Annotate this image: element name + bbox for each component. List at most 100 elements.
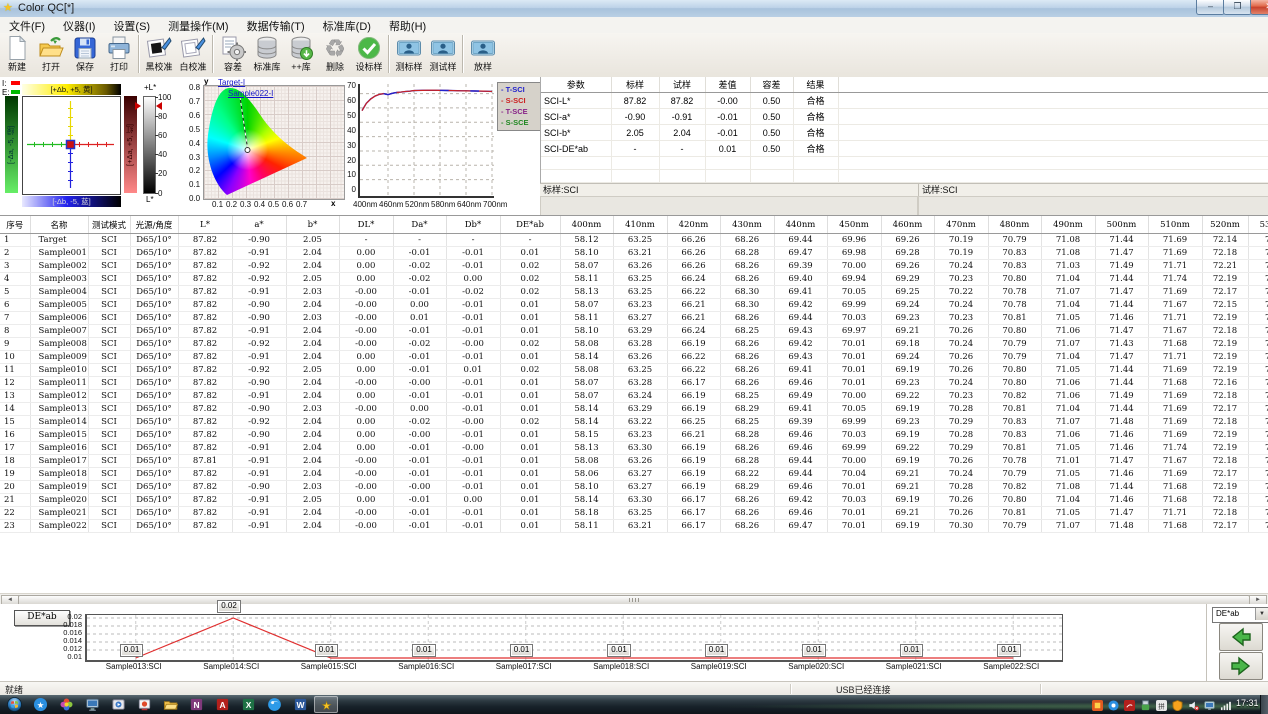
onenote-icon[interactable]: N <box>184 696 208 713</box>
title-bar[interactable]: ★ Color QC[*] – ❐ ✕ <box>0 0 1268 18</box>
table-row[interactable]: 1TargetSCID65/10°87.82-0.902.05----58.12… <box>0 234 1268 247</box>
table-row[interactable]: 23Sample022SCID65/10°87.82-0.912.04-0.00… <box>0 520 1268 533</box>
table-row[interactable]: 16Sample015SCID65/10°87.82-0.902.040.00-… <box>0 429 1268 442</box>
minimize-button[interactable]: – <box>1196 0 1225 15</box>
table-cell: Sample004 <box>30 286 88 299</box>
standard-library-button[interactable]: 标准库 <box>250 33 284 75</box>
white-calibration-button[interactable]: 白校准 <box>176 33 210 75</box>
table-row[interactable]: 7Sample006SCID65/10°87.82-0.902.03-0.000… <box>0 312 1268 325</box>
measure-sample-button[interactable]: 测试样 <box>426 33 460 75</box>
close-button[interactable]: ✕ <box>1250 0 1268 15</box>
table-row[interactable]: 13Sample012SCID65/10°87.82-0.912.040.00-… <box>0 390 1268 403</box>
measurement-table-container[interactable]: 序号名称测试模式光源/角度L*a*b*DL*Da*Db*DE*ab400nm41… <box>0 215 1268 594</box>
previous-sample-button[interactable] <box>1219 623 1263 651</box>
tray-volume-muted-icon[interactable] <box>1186 698 1200 711</box>
table-row[interactable]: 4Sample003SCID65/10°87.82-0.922.050.00-0… <box>0 273 1268 286</box>
tray-security-icon[interactable] <box>1170 698 1184 711</box>
parameters-row[interactable]: SCI-DE*ab--0.010.50合格 <box>541 141 1268 157</box>
table-cell: 69.21 <box>881 468 934 481</box>
new-button[interactable]: 新建 <box>0 33 34 75</box>
parameters-cell-empty <box>541 170 611 183</box>
parameters-cell-empty <box>705 170 750 183</box>
explorer-folder-icon[interactable] <box>158 696 182 713</box>
tray-ime-icon[interactable]: 拼 <box>1154 698 1168 711</box>
table-row[interactable]: 19Sample018SCID65/10°87.82-0.912.04-0.00… <box>0 468 1268 481</box>
table-cell: 71.69 <box>1148 286 1202 299</box>
table-cell: 72.19 <box>1202 429 1248 442</box>
set-standard-button[interactable]: 设标样 <box>352 33 386 75</box>
table-row[interactable]: 5Sample004SCID65/10°87.82-0.912.03-0.00-… <box>0 286 1268 299</box>
tray-display-icon[interactable] <box>1202 698 1216 711</box>
measure-standard-button[interactable]: 测标样 <box>392 33 426 75</box>
browser-sphere-icon[interactable] <box>262 696 286 713</box>
parameters-row[interactable]: SCI-a*-0.90-0.91-0.010.50合格 <box>541 109 1268 125</box>
table-cell: 71.71 <box>1148 507 1202 520</box>
table-cell: -0.00 <box>339 468 393 481</box>
table-cell: 69.19 <box>881 364 934 377</box>
parameters-row[interactable]: SCI-b*2.052.04-0.010.50合格 <box>541 125 1268 141</box>
tolerance-button[interactable]: 容差 <box>216 33 250 75</box>
tray-messenger-icon[interactable] <box>1106 698 1120 711</box>
table-row[interactable]: 20Sample019SCID65/10°87.82-0.902.03-0.00… <box>0 481 1268 494</box>
l-scale-tick: 80 <box>158 112 167 121</box>
browser-star-icon[interactable]: ★ <box>28 696 52 713</box>
table-row[interactable]: 3Sample002SCID65/10°87.82-0.922.040.00-0… <box>0 260 1268 273</box>
table-row[interactable]: 21Sample020SCID65/10°87.82-0.912.050.00-… <box>0 494 1268 507</box>
save-button[interactable]: 保存 <box>68 33 102 75</box>
snipping-icon[interactable] <box>132 696 156 713</box>
open-button[interactable]: 打开 <box>34 33 68 75</box>
table-cell: -0.00 <box>339 507 393 520</box>
table-row[interactable]: 2Sample001SCID65/10°87.82-0.912.040.00-0… <box>0 247 1268 260</box>
colorqc-star-icon[interactable]: ★ <box>314 696 338 713</box>
tray-app-icon[interactable] <box>1090 698 1104 711</box>
ab-difference-plot[interactable] <box>22 96 121 195</box>
add-library-button[interactable]: ++库 <box>284 33 318 75</box>
black-calibration-button[interactable]: 黑校准 <box>142 33 176 75</box>
table-row[interactable]: 15Sample014SCID65/10°87.82-0.922.040.00-… <box>0 416 1268 429</box>
table-cell: 70.82 <box>988 481 1041 494</box>
excel-icon[interactable]: X <box>236 696 260 713</box>
next-sample-button[interactable] <box>1219 652 1263 680</box>
table-row[interactable]: 10Sample009SCID65/10°87.82-0.912.040.00-… <box>0 351 1268 364</box>
table-cell: 0.01 <box>500 520 560 533</box>
trend-metric-dropdown[interactable]: DE*ab ▼ <box>1212 607 1268 623</box>
table-cell: 69.24 <box>881 299 934 312</box>
table-cell: 70.01 <box>827 377 881 390</box>
delete-button[interactable]: ♻删除 <box>318 33 352 75</box>
table-row[interactable]: 6Sample005SCID65/10°87.82-0.902.04-0.000… <box>0 299 1268 312</box>
parameters-cell-empty <box>659 170 705 183</box>
table-row[interactable]: 9Sample008SCID65/10°87.82-0.922.04-0.00-… <box>0 338 1268 351</box>
parameters-cell: SCI-L* <box>541 93 611 109</box>
tray-network-signal-icon[interactable] <box>1218 698 1232 711</box>
media-flower-icon[interactable] <box>54 696 78 713</box>
tray-usb-icon[interactable] <box>1138 698 1152 711</box>
print-button[interactable]: 打印 <box>102 33 136 75</box>
table-cell: SCI <box>88 390 130 403</box>
table-row[interactable]: 8Sample007SCID65/10°87.82-0.912.04-0.00-… <box>0 325 1268 338</box>
player-icon[interactable] <box>106 696 130 713</box>
table-cell: 69.43 <box>774 325 827 338</box>
table-cell: 63.23 <box>613 299 667 312</box>
table-row[interactable]: 17Sample016SCID65/10°87.82-0.912.040.00-… <box>0 442 1268 455</box>
word-icon[interactable]: W <box>288 696 312 713</box>
tray-pdf-icon[interactable] <box>1122 698 1136 711</box>
table-row[interactable]: 18Sample017SCID65/10°87.81-0.912.04-0.00… <box>0 455 1268 468</box>
start-orb[interactable] <box>2 696 26 713</box>
table-cell: 71.06 <box>1041 325 1095 338</box>
table-cell: 58.18 <box>560 507 613 520</box>
table-row[interactable]: 11Sample010SCID65/10°87.82-0.922.050.00-… <box>0 364 1268 377</box>
spectral-plot[interactable] <box>358 84 494 198</box>
acrobat-icon[interactable]: A <box>210 696 234 713</box>
computer-icon[interactable] <box>80 696 104 713</box>
parameters-row[interactable]: SCI-L*87.8287.82-0.000.50合格 <box>541 93 1268 109</box>
release-sample-button[interactable]: 放样 <box>466 33 500 75</box>
spectral-y-tick: 10 <box>345 170 356 179</box>
maximize-button[interactable]: ❐ <box>1223 0 1252 15</box>
table-cell: SCI <box>88 286 130 299</box>
show-desktop-button[interactable] <box>1260 695 1268 714</box>
table-row[interactable]: 22Sample021SCID65/10°87.82-0.912.04-0.00… <box>0 507 1268 520</box>
tolerance-icon <box>220 35 246 61</box>
table-row[interactable]: 14Sample013SCID65/10°87.82-0.902.03-0.00… <box>0 403 1268 416</box>
table-cell: - <box>339 234 393 247</box>
table-row[interactable]: 12Sample011SCID65/10°87.82-0.902.04-0.00… <box>0 377 1268 390</box>
